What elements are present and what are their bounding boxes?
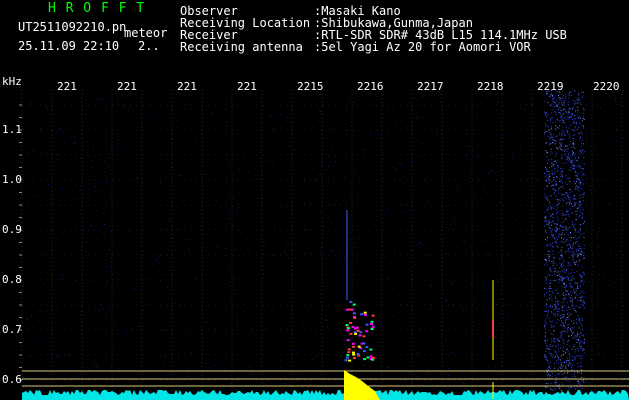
time-tick-label: 221 (57, 80, 77, 93)
time-tick-label: 221 (237, 80, 257, 93)
time-tick-label: 221 (117, 80, 137, 93)
time-tick-label: 2220 (593, 80, 620, 93)
time-tick-label: 2218 (477, 80, 504, 93)
time-tick-label: 2219 (537, 80, 564, 93)
time-tick-label: 221 (177, 80, 197, 93)
time-tick-label: 2217 (417, 80, 444, 93)
time-tick-label: 2216 (357, 80, 384, 93)
time-tick-label: 2215 (297, 80, 324, 93)
